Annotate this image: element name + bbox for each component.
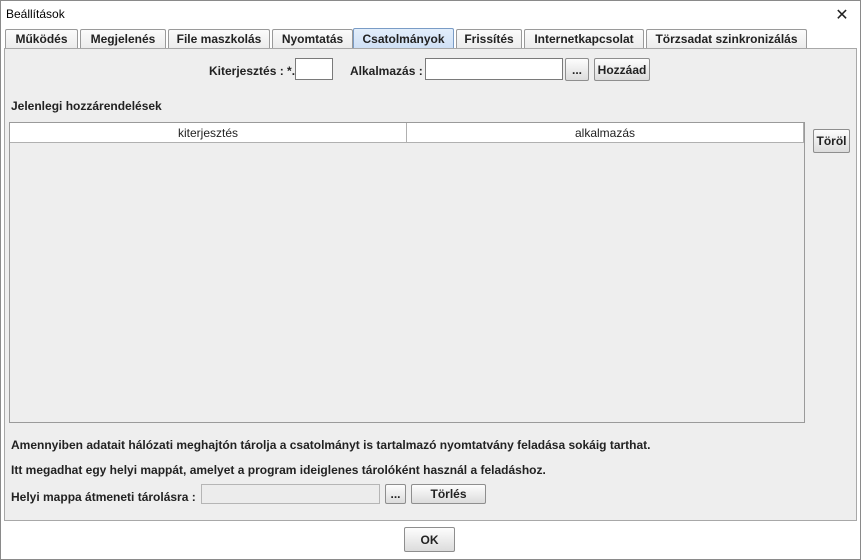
dialog-footer: OK <box>1 522 860 559</box>
tab-csatolmanyok[interactable]: Csatolmányok <box>353 28 454 48</box>
clear-button[interactable]: Törlés <box>411 484 486 504</box>
close-icon[interactable]: ✕ <box>824 1 860 28</box>
info-text-network: Amennyiben adatait hálózati meghajtón tá… <box>11 438 651 452</box>
column-header-application[interactable]: alkalmazás <box>407 123 804 143</box>
application-browse-button[interactable]: ... <box>565 58 589 81</box>
window-title: Beállítások <box>6 7 65 21</box>
attachments-panel: Kiterjesztés : *. Alkalmazás : ... Hozzá… <box>4 48 857 521</box>
add-button[interactable]: Hozzáad <box>594 58 650 81</box>
table-header: kiterjesztés alkalmazás <box>10 123 804 143</box>
tab-internetkapcsolat[interactable]: Internetkapcsolat <box>524 29 644 48</box>
tab-bar: Működés Megjelenés File maszkolás Nyomta… <box>5 28 857 48</box>
assignments-title: Jelenlegi hozzárendelések <box>11 99 162 113</box>
tab-file-maszkolas[interactable]: File maszkolás <box>168 29 270 48</box>
extension-input[interactable] <box>295 58 333 80</box>
tab-mukodes[interactable]: Működés <box>5 29 78 48</box>
temp-folder-label: Helyi mappa átmeneti tárolásra : <box>11 490 196 504</box>
tab-torzsadat-szinkronizalas[interactable]: Törzsadat szinkronizálás <box>646 29 807 48</box>
application-label: Alkalmazás : <box>350 64 423 78</box>
assignments-table[interactable]: kiterjesztés alkalmazás <box>9 122 805 423</box>
column-header-extension[interactable]: kiterjesztés <box>10 123 407 143</box>
ok-button[interactable]: OK <box>404 527 455 552</box>
title-bar: Beállítások ✕ <box>1 1 860 28</box>
temp-folder-browse-button[interactable]: ... <box>385 484 406 504</box>
application-input[interactable] <box>425 58 563 80</box>
tab-nyomtatas[interactable]: Nyomtatás <box>272 29 353 48</box>
tab-frissites[interactable]: Frissítés <box>456 29 522 48</box>
settings-dialog: Beállítások ✕ Működés Megjelenés File ma… <box>0 0 861 560</box>
delete-button[interactable]: Töröl <box>813 129 850 153</box>
extension-label: Kiterjesztés : *. <box>209 64 296 78</box>
info-text-local-folder: Itt megadhat egy helyi mappát, amelyet a… <box>11 463 546 477</box>
temp-folder-input <box>201 484 380 504</box>
tab-megjelenes[interactable]: Megjelenés <box>80 29 166 48</box>
